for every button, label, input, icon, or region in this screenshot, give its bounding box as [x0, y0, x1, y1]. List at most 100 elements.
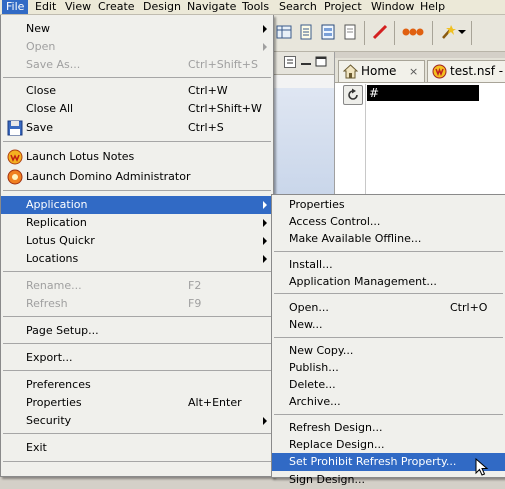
panel-section	[268, 88, 334, 196]
tab-label: test.nsf - ...	[450, 64, 505, 78]
menu-help[interactable]: Help	[416, 0, 449, 14]
menu-item-refresh: Refresh F9	[26, 297, 202, 310]
toolbar	[268, 15, 505, 52]
pen-icon[interactable]	[372, 24, 388, 40]
menubar: File Edit View Create Design Navigate To…	[0, 0, 505, 15]
minimize-icon[interactable]	[300, 57, 312, 67]
menu-separator	[3, 316, 271, 317]
menu-create[interactable]: Create	[94, 0, 139, 14]
menu-item-refresh-design[interactable]: Refresh Design...	[272, 419, 505, 437]
tab-label: Home	[361, 64, 397, 78]
menu-separator	[3, 461, 271, 462]
editor-tabs: Home × test.nsf - ...	[335, 58, 505, 83]
tab-test-nsf[interactable]: test.nsf - ...	[427, 60, 505, 82]
menu-item-set-prohibit-refresh[interactable]: Set Prohibit Refresh Property...	[272, 453, 505, 471]
submenu-arrow-icon	[263, 25, 267, 33]
submenu-arrow-icon	[263, 201, 267, 209]
document-icon[interactable]	[298, 24, 314, 40]
menu-separator	[3, 271, 271, 272]
application-submenu: Properties Access Control... Make Availa…	[271, 194, 505, 486]
lotus-notes-icon	[7, 149, 23, 165]
domino-admin-icon	[7, 169, 23, 185]
page-icon[interactable]	[342, 24, 358, 40]
menu-item-exit[interactable]: Exit	[1, 439, 273, 457]
wand-icon[interactable]	[440, 24, 456, 40]
menu-item-app-new[interactable]: New...	[272, 316, 505, 334]
menu-item-open: Open	[1, 38, 273, 56]
refresh-icon	[348, 88, 358, 100]
panel-header	[268, 52, 334, 75]
mouse-cursor-icon	[475, 458, 489, 476]
menu-item-archive[interactable]: Archive...	[272, 393, 505, 411]
menu-item-properties[interactable]: Properties Alt+Enter	[1, 394, 273, 412]
chevron-down-icon[interactable]	[458, 24, 466, 40]
menu-separator	[3, 433, 271, 434]
menu-item-save-as: Save As... Ctrl+Shift+S	[26, 58, 258, 71]
form-icon[interactable]	[320, 24, 336, 40]
database-icon	[432, 64, 447, 79]
view-menu-icon[interactable]	[284, 56, 296, 68]
menu-item-make-available-offline[interactable]: Make Available Offline...	[272, 230, 505, 248]
menu-item-install[interactable]: Install...	[272, 256, 505, 274]
close-icon[interactable]: ×	[409, 61, 418, 82]
menu-item-security[interactable]: Security	[1, 412, 273, 430]
menu-item-close[interactable]: Close Ctrl+W	[1, 82, 273, 100]
toolbar-separator	[432, 21, 433, 45]
menu-separator	[3, 370, 271, 371]
menu-item-app-open[interactable]: Open... Ctrl+O	[272, 299, 505, 317]
menu-item-preferences[interactable]: Preferences	[1, 376, 273, 394]
table-icon[interactable]	[276, 24, 292, 40]
menu-item-delete[interactable]: Delete...	[272, 376, 505, 394]
menu-window[interactable]: Window	[367, 0, 418, 14]
submenu-arrow-icon	[263, 219, 267, 227]
menu-separator	[3, 141, 271, 142]
refresh-view-button[interactable]	[343, 85, 363, 105]
menu-item-application-management[interactable]: Application Management...	[272, 273, 505, 291]
menu-view[interactable]: View	[61, 0, 95, 14]
menu-tools[interactable]: Tools	[238, 0, 273, 14]
menu-item-lotus-quickr[interactable]: Lotus Quickr	[1, 232, 273, 250]
menu-item-launch-domino-admin[interactable]: Launch Domino Administrator	[1, 168, 273, 186]
menu-item-replication[interactable]: Replication	[1, 214, 273, 232]
menu-item-sign-design[interactable]: Sign Design...	[272, 471, 505, 489]
menu-file[interactable]: File	[2, 0, 29, 14]
menu-navigate[interactable]: Navigate	[183, 0, 240, 14]
menu-item-new-copy[interactable]: New Copy...	[272, 342, 505, 360]
menu-design[interactable]: Design	[139, 0, 185, 14]
menu-item-application[interactable]: Application	[1, 196, 273, 214]
menu-item-launch-lotus-notes[interactable]: Launch Lotus Notes	[1, 148, 273, 166]
agent-icon[interactable]	[401, 24, 425, 40]
submenu-arrow-icon	[263, 417, 267, 425]
tab-home[interactable]: Home ×	[338, 60, 425, 82]
menu-separator	[3, 190, 271, 191]
menu-project[interactable]: Project	[320, 0, 366, 14]
menu-separator	[274, 251, 503, 252]
menu-item-rename: Rename... F2	[26, 279, 202, 292]
menu-separator	[274, 337, 503, 338]
submenu-arrow-icon	[263, 43, 267, 51]
menu-search[interactable]: Search	[275, 0, 321, 14]
toolbar-separator	[364, 21, 365, 45]
toolbar-separator	[394, 21, 395, 45]
menu-item-new[interactable]: New	[1, 20, 273, 38]
menu-item-close-all[interactable]: Close All Ctrl+Shift+W	[1, 100, 273, 118]
menu-separator	[3, 77, 271, 78]
submenu-arrow-icon	[263, 255, 267, 263]
menu-item-replace-design[interactable]: Replace Design...	[272, 436, 505, 454]
menu-item-publish[interactable]: Publish...	[272, 359, 505, 377]
menu-separator	[274, 293, 503, 294]
menu-item-save[interactable]: Save Ctrl+S	[1, 119, 273, 137]
menu-item-app-properties[interactable]: Properties	[272, 196, 505, 214]
home-icon	[343, 64, 358, 79]
menu-separator	[274, 414, 503, 415]
menu-separator	[3, 343, 271, 344]
menu-item-locations[interactable]: Locations	[1, 250, 273, 268]
column-header[interactable]: #	[367, 85, 479, 101]
menu-item-access-control[interactable]: Access Control...	[272, 213, 505, 231]
toolbar-separator	[471, 21, 472, 45]
submenu-arrow-icon	[263, 237, 267, 245]
menu-edit[interactable]: Edit	[31, 0, 60, 14]
menu-item-export[interactable]: Export...	[1, 349, 273, 367]
menu-item-page-setup[interactable]: Page Setup...	[1, 322, 273, 340]
maximize-icon[interactable]	[315, 56, 327, 68]
